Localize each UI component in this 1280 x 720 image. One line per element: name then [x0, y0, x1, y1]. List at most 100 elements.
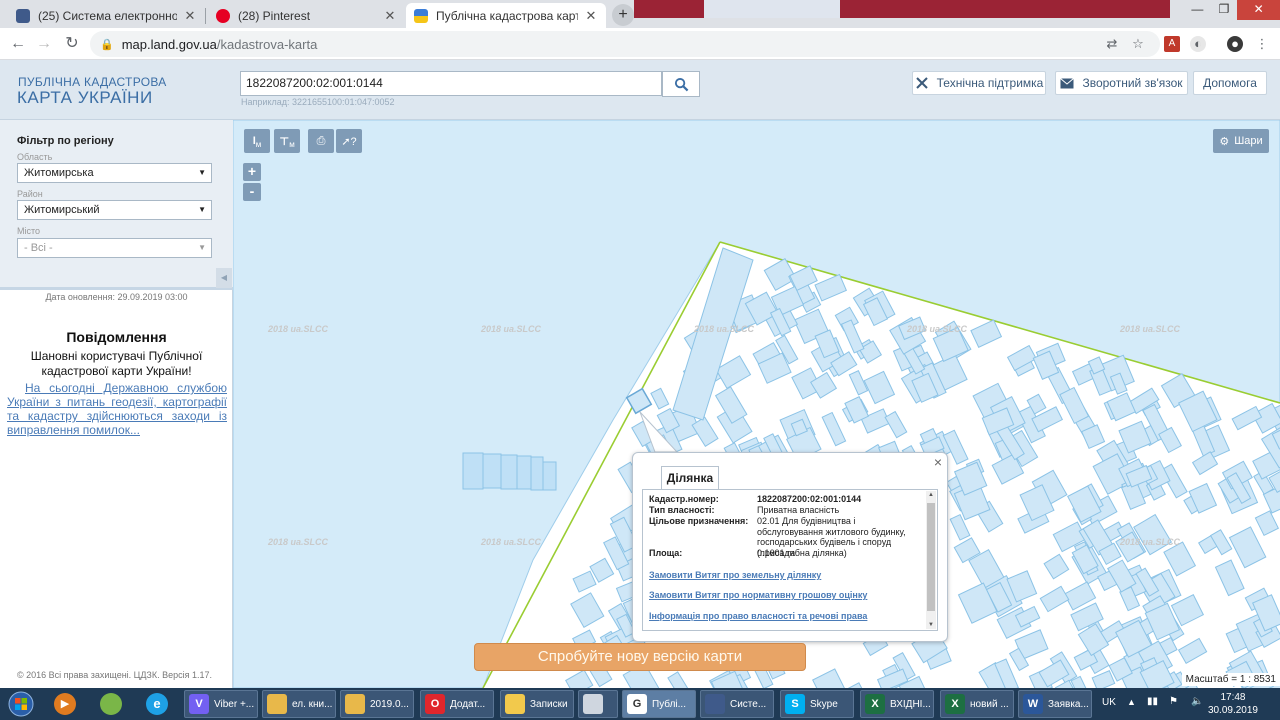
help-button[interactable]: Допомога [1193, 71, 1267, 95]
zoom-out-button[interactable]: - [243, 183, 261, 201]
close-icon[interactable]: ✕ [183, 8, 197, 24]
popup-close-button[interactable]: × [934, 454, 942, 470]
reload-icon[interactable]: ↻ [62, 34, 82, 54]
area-tool-button[interactable]: ⊤ м [274, 129, 300, 153]
land-parcel[interactable] [570, 592, 605, 629]
taskbar-app[interactable]: G Публі... [622, 690, 696, 718]
land-parcel[interactable] [650, 387, 670, 410]
tab-pinterest[interactable]: (28) Pinterest ✕ [208, 3, 405, 28]
search-button[interactable] [662, 71, 700, 97]
rayon-value: Житомирський [24, 204, 100, 216]
land-parcel[interactable] [565, 669, 594, 688]
taskbar-app[interactable]: Записки [500, 690, 574, 718]
watermark: 2018 ua.SLCC [268, 324, 329, 334]
tab-parcel[interactable]: Ділянка [661, 466, 719, 489]
network-icon[interactable]: ▮▮ [1147, 696, 1158, 707]
rayon-select[interactable]: Житомирський ▼ [17, 200, 212, 220]
land-parcel[interactable] [667, 671, 695, 688]
cadastral-map[interactable]: Iм ⊤ м ⎙ ➚? + - ⚙ Шари 2018 ua.SLCC 2018 … [233, 120, 1280, 688]
taskbar-app[interactable]: W Заявка... [1018, 690, 1092, 718]
restore-button[interactable]: ❐ [1211, 0, 1238, 20]
scroll-thumb[interactable] [927, 503, 935, 611]
taskbar-app-label: ВХІДНІ... [890, 698, 931, 710]
taskbar-app[interactable]: ел. кни... [262, 690, 336, 718]
land-parcel[interactable] [1059, 386, 1090, 425]
close-icon[interactable]: ✕ [383, 8, 397, 24]
left-panel: Фільтр по регіону Область Житомирська ▼ … [0, 120, 233, 688]
show-hidden-icons[interactable]: ▲ [1127, 697, 1136, 707]
land-parcel[interactable] [572, 570, 597, 593]
bookmark-star-icon[interactable]: ☆ [1130, 36, 1146, 52]
system-clock[interactable]: 17:48 30.09.2019 [1208, 691, 1258, 717]
language-indicator[interactable]: UK [1102, 697, 1116, 708]
feedback-button[interactable]: Зворотний зв'язок [1055, 71, 1188, 95]
minimize-button[interactable]: — [1184, 0, 1211, 20]
land-parcel[interactable] [1177, 637, 1208, 664]
land-parcel[interactable] [1231, 405, 1263, 431]
order-valuation-link[interactable]: Замовити Витяг про нормативну грошову оц… [649, 590, 867, 600]
logo-line2: КАРТА УКРАЇНИ [17, 88, 153, 107]
paint-icon[interactable] [94, 691, 128, 717]
scroll-up-icon[interactable]: ▲ [926, 492, 936, 498]
taskbar-app[interactable]: Систе... [700, 690, 774, 718]
menu-dots-icon[interactable]: ⋮ [1254, 36, 1270, 52]
try-new-version-button[interactable]: Спробуйте нову версію карти [474, 643, 806, 671]
message-link[interactable]: На сьогодні Державною службою України з … [7, 381, 227, 437]
copyright: © 2016 Всі права захищені. ЦДЗК. Версія … [17, 670, 213, 680]
layers-button[interactable]: ⚙ Шари [1213, 129, 1269, 153]
close-icon[interactable]: ✕ [584, 8, 598, 24]
land-parcel[interactable] [821, 411, 847, 447]
zoom-in-button[interactable]: + [243, 163, 261, 181]
volume-icon[interactable]: 🔈 [1191, 696, 1203, 707]
oblast-select[interactable]: Житомирська ▼ [17, 163, 212, 183]
ruler-tool-button[interactable]: Iм [244, 129, 270, 153]
translate-icon[interactable]: ⇄ [1104, 36, 1120, 52]
back-icon[interactable]: ← [8, 34, 28, 54]
land-parcel[interactable] [840, 319, 865, 354]
order-extract-link[interactable]: Замовити Витяг про земельну ділянку [649, 570, 821, 580]
taskbar-app[interactable]: Xновий ... [940, 690, 1014, 718]
print-button[interactable]: ⎙ [308, 129, 334, 153]
taskbar-app[interactable] [578, 690, 618, 718]
land-parcel[interactable] [1254, 510, 1280, 537]
land-parcel[interactable] [970, 319, 1003, 348]
collapse-panel-button[interactable]: ◀ [216, 268, 232, 288]
cadastral-search-input[interactable]: 1822087200:02:001:0144 [240, 71, 662, 96]
tab-cadastral-map[interactable]: Публічна кадастрова карта Укр ✕ [406, 3, 606, 28]
taskbar-app[interactable]: 2019.0... [340, 690, 414, 718]
watermark: 2018 ua.SLCC [481, 324, 542, 334]
windows-logo-icon [8, 691, 34, 717]
land-parcel[interactable] [1214, 559, 1245, 597]
window-close-button[interactable]: ✕ [1237, 0, 1280, 20]
land-parcel[interactable] [1043, 553, 1070, 580]
watermark: 2018 ua.SLCC [1120, 537, 1181, 547]
taskbar-app[interactable]: V Viber +... [184, 690, 258, 718]
taskbar-app[interactable]: S Skype [780, 690, 854, 718]
tech-support-button[interactable]: Технічна підтримка [912, 71, 1046, 95]
pdf-extension-icon[interactable]: A [1164, 36, 1180, 52]
message-line2: кадастрової карти України! [41, 364, 192, 378]
flag-icon[interactable]: ⚑ [1169, 696, 1178, 707]
internet-explorer-icon[interactable]: e [140, 691, 174, 717]
popup-scrollbar[interactable]: ▲ ▼ [926, 491, 936, 629]
land-parcel[interactable] [812, 668, 847, 688]
ownership-info-link[interactable]: Інформація про право власності та речові… [649, 611, 867, 621]
taskbar-app[interactable]: X ВХІДНІ... [860, 690, 934, 718]
identify-tool-button[interactable]: ➚? [336, 129, 362, 153]
url-field[interactable]: 🔒 map.land.gov.ua/kadastrova-karta [90, 31, 1160, 57]
land-parcel[interactable] [1039, 585, 1070, 613]
tab-mail[interactable]: (25) Система електронної пошт ✕ [8, 3, 205, 28]
land-parcel[interactable] [1228, 526, 1267, 569]
new-tab-button[interactable]: + [612, 4, 634, 26]
profile-avatar[interactable]: ● [1227, 36, 1243, 52]
land-parcel[interactable] [814, 273, 848, 302]
forward-icon[interactable]: → [34, 34, 54, 54]
land-parcel[interactable] [863, 370, 896, 405]
taskbar-app[interactable]: O Додат... [420, 690, 494, 718]
misto-select[interactable]: - Всі - ▼ [17, 238, 212, 258]
scroll-down-icon[interactable]: ▼ [926, 622, 936, 628]
extension-icon[interactable]: ◐ [1190, 36, 1206, 52]
land-parcel[interactable] [884, 410, 908, 439]
start-button[interactable] [2, 689, 40, 719]
media-player-icon[interactable]: ▶ [48, 691, 82, 717]
